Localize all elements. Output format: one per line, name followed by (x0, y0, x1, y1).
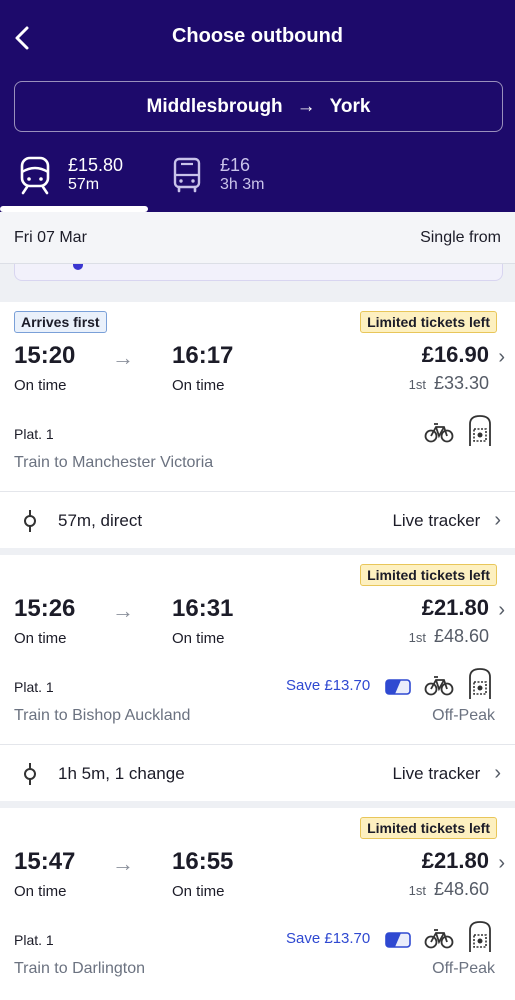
departure-status: On time (14, 630, 67, 647)
arrival-time: 16:17 (172, 342, 234, 369)
chevron-right-icon: › (498, 599, 505, 621)
date-bar: Fri 07 Mar Single from (0, 212, 515, 264)
first-class-price[interactable]: 1st £33.30 (409, 373, 489, 394)
fare-type: Off-Peak (432, 960, 495, 977)
bicycle-icon (424, 929, 454, 949)
train-duration: 57m (68, 176, 100, 193)
arrival-status: On time (172, 377, 225, 394)
bus-icon (168, 154, 206, 196)
train-destination: Train to Manchester Victoria (14, 454, 214, 471)
journey-summary-row[interactable]: 1h 5m, 1 change Live tracker › (0, 744, 515, 802)
seat-reservation-icon (469, 415, 491, 446)
chevron-right-icon: › (494, 509, 501, 531)
tab-train[interactable]: £15.80 57m (16, 150, 123, 200)
seat-reservation-icon (469, 668, 491, 699)
limited-tickets-badge: Limited tickets left (360, 311, 497, 333)
live-tracker-link[interactable]: Live tracker › (392, 509, 501, 532)
arrow-icon: → (112, 598, 134, 623)
arrival-time: 16:55 (172, 848, 234, 875)
bicycle-icon (424, 423, 454, 443)
limited-tickets-badge: Limited tickets left (360, 564, 497, 586)
railcard-icon (385, 932, 411, 948)
fare-label: Single from (420, 228, 501, 246)
first-class-price[interactable]: 1st £48.60 (409, 879, 489, 900)
journey-card[interactable]: Limited tickets left 15:47 → 16:55 On ti… (0, 808, 515, 1000)
arrival-status: On time (172, 630, 225, 647)
standard-price[interactable]: £16.90 (422, 342, 489, 368)
bus-duration: 3h 3m (220, 176, 265, 193)
train-icon (16, 154, 54, 196)
arrives-first-badge: Arrives first (14, 311, 107, 333)
route-stop-icon (24, 509, 36, 532)
bus-best-price: £16 (220, 155, 251, 175)
arrow-icon: → (112, 345, 134, 370)
chevron-right-icon: › (498, 852, 505, 874)
first-class-price[interactable]: 1st £48.60 (409, 626, 489, 647)
route-stop-icon (24, 762, 36, 785)
first-class-label: 1st (408, 377, 426, 392)
fare-type: Off-Peak (432, 707, 495, 724)
origin-station: Middlesbrough (146, 95, 283, 117)
first-class-amount: £33.30 (433, 373, 489, 393)
arrival-status: On time (172, 883, 225, 900)
arrow-icon: → (112, 851, 134, 876)
platform: Plat. 1 (14, 679, 54, 695)
railcard-saving: Save £13.70 (286, 930, 371, 947)
first-class-amount: £48.60 (433, 879, 489, 899)
departure-time: 15:20 (14, 342, 76, 369)
railcard-saving: Save £13.70 (286, 677, 371, 694)
bicycle-icon (424, 676, 454, 696)
platform: Plat. 1 (14, 426, 54, 442)
journey-duration-changes: 1h 5m, 1 change (58, 763, 185, 783)
journey-duration-changes: 57m, direct (58, 510, 143, 530)
train-best-price: £15.80 (68, 155, 124, 175)
limited-tickets-badge: Limited tickets left (360, 817, 497, 839)
route-selector[interactable]: Middlesbrough → York (14, 81, 503, 132)
route-arrow: → (296, 95, 316, 117)
live-tracker-label: Live tracker (392, 510, 481, 530)
first-class-label: 1st (408, 883, 426, 898)
live-tracker-label: Live tracker (392, 763, 481, 783)
departure-time: 15:26 (14, 595, 76, 622)
chevron-right-icon: › (494, 762, 501, 784)
departure-status: On time (14, 377, 67, 394)
departure-status: On time (14, 883, 67, 900)
train-destination: Train to Darlington (14, 960, 146, 977)
platform: Plat. 1 (14, 932, 54, 948)
arrival-time: 16:31 (172, 595, 234, 622)
first-class-label: 1st (408, 630, 426, 645)
tab-bus[interactable]: £16 3h 3m (168, 150, 264, 200)
promo-banner (14, 264, 503, 281)
seat-reservation-icon (469, 921, 491, 952)
promo-dot (73, 264, 83, 270)
standard-price[interactable]: £21.80 (422, 848, 489, 874)
app-header: Choose outbound Middlesbrough → York £15… (0, 0, 515, 212)
train-destination: Train to Bishop Auckland (14, 707, 191, 724)
live-tracker-link[interactable]: Live tracker › (392, 762, 501, 785)
journey-card[interactable]: Limited tickets left 15:26 → 16:31 On ti… (0, 555, 515, 801)
chevron-right-icon: › (498, 346, 505, 368)
railcard-icon (385, 679, 411, 695)
destination-station: York (329, 95, 371, 117)
first-class-amount: £48.60 (433, 626, 489, 646)
travel-date[interactable]: Fri 07 Mar (14, 229, 87, 247)
page-title: Choose outbound (171, 25, 344, 47)
standard-price[interactable]: £21.80 (422, 595, 489, 621)
journey-summary-row[interactable]: 57m, direct Live tracker › (0, 491, 515, 549)
departure-time: 15:47 (14, 848, 76, 875)
journey-card[interactable]: Arrives first Limited tickets left 15:20… (0, 302, 515, 548)
